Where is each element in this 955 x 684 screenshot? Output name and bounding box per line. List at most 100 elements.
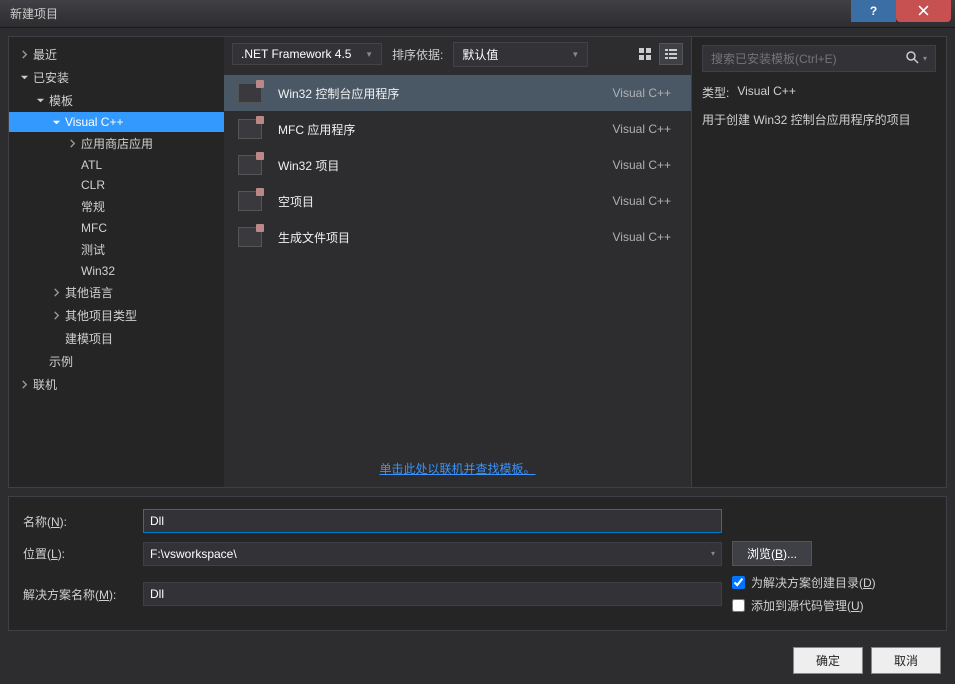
tree-vcpp[interactable]: Visual C++ (9, 112, 224, 132)
template-name: MFC 应用程序 (278, 121, 599, 138)
checkbox-input[interactable] (732, 576, 745, 589)
template-item[interactable]: Win32 项目 Visual C++ (224, 147, 691, 183)
list-icon (664, 47, 678, 61)
search-icon (905, 50, 919, 67)
tree-label: Win32 (81, 264, 115, 278)
create-dir-checkbox[interactable]: 为解决方案创建目录(D) (732, 574, 932, 591)
tree-label: CLR (81, 178, 105, 192)
template-item[interactable]: 空项目 Visual C++ (224, 183, 691, 219)
sort-label: 排序依据: (392, 46, 443, 63)
search-input[interactable] (711, 52, 905, 66)
online-search-link: 单击此处以联机并查找模板。 (224, 450, 691, 487)
search-box[interactable]: ▾ (702, 45, 936, 72)
ok-button[interactable]: 确定 (793, 647, 863, 674)
template-lang: Visual C++ (613, 194, 671, 208)
dialog-buttons: 确定 取消 (0, 639, 955, 684)
tree-online[interactable]: 联机 (9, 373, 224, 396)
template-lang: Visual C++ (613, 86, 671, 100)
center-column: .NET Framework 4.5 ▼ 排序依据: 默认值 ▼ Win32 控… (224, 37, 691, 487)
online-link[interactable]: 单击此处以联机并查找模板。 (379, 462, 535, 476)
cancel-button[interactable]: 取消 (871, 647, 941, 674)
tree-modeling[interactable]: 建模项目 (9, 327, 224, 350)
template-item[interactable]: MFC 应用程序 Visual C++ (224, 111, 691, 147)
tree-label: 模板 (49, 92, 73, 109)
location-combo[interactable]: F:\vsworkspace\ ▾ (143, 542, 722, 566)
solution-input[interactable] (143, 582, 722, 606)
close-button[interactable] (896, 0, 951, 22)
type-value: Visual C++ (737, 84, 795, 101)
template-lang: Visual C++ (613, 230, 671, 244)
tree-test[interactable]: 测试 (9, 238, 224, 261)
template-list: Win32 控制台应用程序 Visual C++ MFC 应用程序 Visual… (224, 71, 691, 450)
main-area: 最近 已安装 模板 Visual C++ 应用商店应用 ATL CLR 常规 M… (8, 36, 947, 488)
toolbar: .NET Framework 4.5 ▼ 排序依据: 默认值 ▼ (224, 37, 691, 71)
tree-other-lang[interactable]: 其他语言 (9, 281, 224, 304)
chevron-down-icon (17, 71, 31, 85)
chevron-right-icon (49, 286, 63, 300)
tree-label: 其他语言 (65, 284, 113, 301)
grid-icon (638, 47, 652, 61)
tree-general[interactable]: 常规 (9, 195, 224, 218)
chevron-down-icon: ▾ (711, 549, 715, 558)
close-icon (918, 5, 929, 16)
tree-win32[interactable]: Win32 (9, 261, 224, 281)
name-row: 名称(N): (23, 509, 932, 533)
help-button[interactable]: ? (851, 0, 896, 22)
tree-label: 已安装 (33, 69, 69, 86)
solution-label: 解决方案名称(M): (23, 586, 133, 603)
bottom-form: 名称(N): 位置(L): F:\vsworkspace\ ▾ 浏览(B)...… (8, 496, 947, 631)
tree-installed[interactable]: 已安装 (9, 66, 224, 89)
checkbox-input[interactable] (732, 599, 745, 612)
makefile-icon (236, 225, 264, 249)
tree-label: MFC (81, 221, 107, 235)
tree-label: 其他项目类型 (65, 307, 137, 324)
tree-store[interactable]: 应用商店应用 (9, 132, 224, 155)
tree-label: 最近 (33, 46, 57, 63)
window-title: 新建项目 (10, 5, 58, 22)
sort-dropdown[interactable]: 默认值 ▼ (453, 42, 588, 67)
dropdown-value: 默认值 (462, 46, 498, 63)
chevron-down-icon (33, 94, 47, 108)
template-item[interactable]: 生成文件项目 Visual C++ (224, 219, 691, 255)
console-icon (236, 81, 264, 105)
view-list-button[interactable] (659, 43, 683, 65)
tree-label: 示例 (49, 353, 73, 370)
source-control-checkbox[interactable]: 添加到源代码管理(U) (732, 597, 932, 614)
location-label: 位置(L): (23, 545, 133, 562)
chevron-right-icon (65, 137, 79, 151)
win32-icon (236, 153, 264, 177)
description: 用于创建 Win32 控制台应用程序的项目 (702, 111, 936, 129)
browse-button[interactable]: 浏览(B)... (732, 541, 812, 566)
template-name: 空项目 (278, 193, 599, 210)
location-row: 位置(L): F:\vsworkspace\ ▾ 浏览(B)... (23, 541, 932, 566)
solution-row: 解决方案名称(M): 为解决方案创建目录(D) 添加到源代码管理(U) (23, 574, 932, 614)
template-lang: Visual C++ (613, 158, 671, 172)
template-item[interactable]: Win32 控制台应用程序 Visual C++ (224, 75, 691, 111)
chevron-right-icon (49, 309, 63, 323)
tree-label: 测试 (81, 241, 105, 258)
name-input[interactable] (143, 509, 722, 533)
empty-icon (236, 189, 264, 213)
view-grid-button[interactable] (633, 43, 657, 65)
tree-atl[interactable]: ATL (9, 155, 224, 175)
tree-recent[interactable]: 最近 (9, 43, 224, 66)
framework-dropdown[interactable]: .NET Framework 4.5 ▼ (232, 43, 382, 65)
chevron-down-icon: ▼ (365, 50, 373, 59)
chevron-right-icon (17, 378, 31, 392)
tree-templates[interactable]: 模板 (9, 89, 224, 112)
template-name: Win32 项目 (278, 157, 599, 174)
tree-clr[interactable]: CLR (9, 175, 224, 195)
tree-label: ATL (81, 158, 102, 172)
chevron-down-icon: ▾ (923, 54, 927, 63)
type-label: 类型: (702, 84, 729, 101)
sidebar: 最近 已安装 模板 Visual C++ 应用商店应用 ATL CLR 常规 M… (9, 37, 224, 487)
checkbox-label: 添加到源代码管理(U) (751, 597, 864, 614)
tree-other-proj[interactable]: 其他项目类型 (9, 304, 224, 327)
tree-sample[interactable]: 示例 (9, 350, 224, 373)
tree-label: Visual C++ (65, 115, 123, 129)
chevron-down-icon: ▼ (571, 50, 579, 59)
tree-label: 建模项目 (65, 330, 113, 347)
tree-mfc[interactable]: MFC (9, 218, 224, 238)
checkbox-label: 为解决方案创建目录(D) (751, 574, 876, 591)
name-label: 名称(N): (23, 513, 133, 530)
